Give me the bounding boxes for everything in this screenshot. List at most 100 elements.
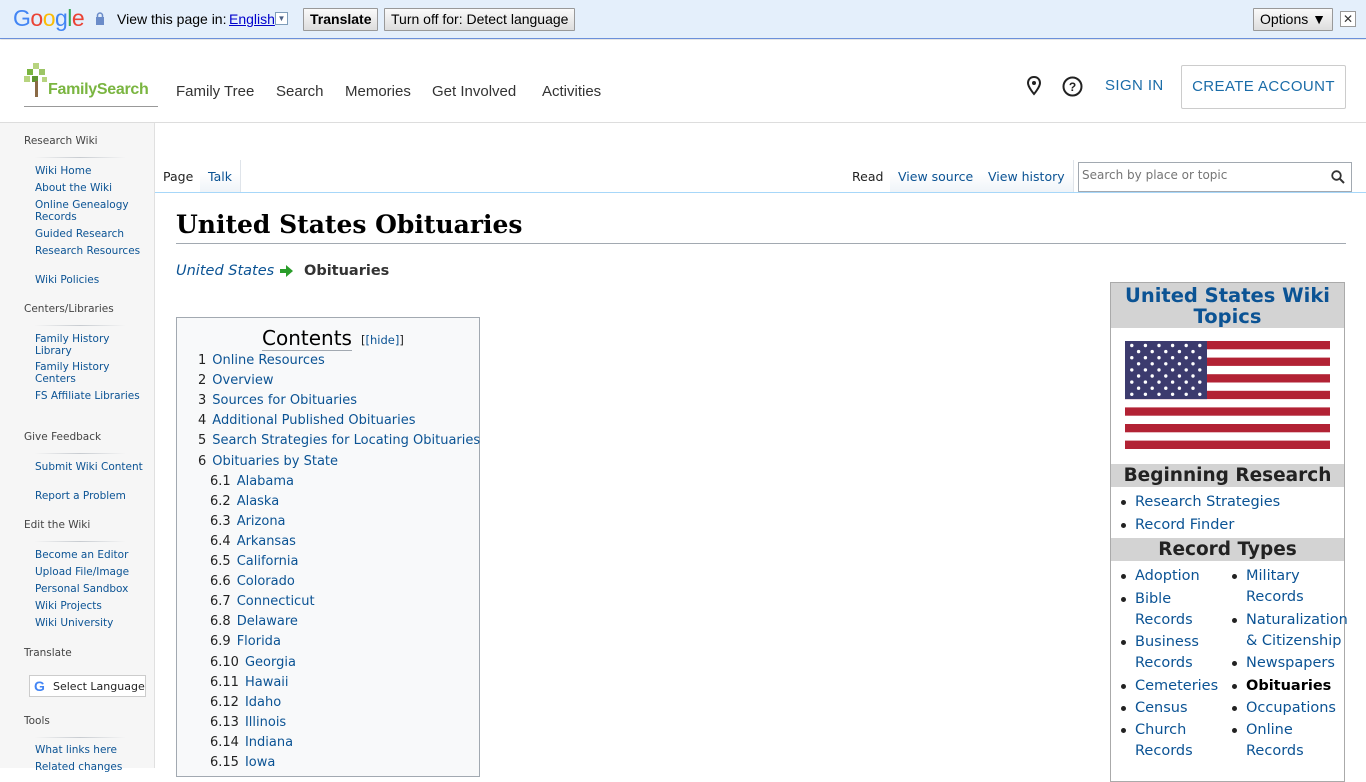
toc-item[interactable]: 6.5 California — [210, 554, 298, 569]
create-account-button[interactable]: CREATE ACCOUNT — [1181, 65, 1346, 109]
translate-button[interactable]: Translate — [303, 8, 379, 31]
toc-item[interactable]: 6.8 Delaware — [210, 614, 298, 629]
toc-item[interactable]: 6.9 Florida — [210, 634, 281, 649]
toc-item[interactable]: 6.13 Illinois — [210, 715, 286, 730]
toc-link[interactable]: Connecticut — [237, 594, 315, 609]
toc-link[interactable]: Illinois — [245, 715, 286, 730]
search-icon[interactable] — [1331, 170, 1345, 184]
record-type-link[interactable]: Cemeteries — [1121, 676, 1218, 697]
select-language-dropdown[interactable]: G Select Language — [29, 675, 146, 697]
toc-link[interactable]: Search Strategies for Locating Obituarie… — [212, 433, 480, 448]
nav-get-involved[interactable]: Get Involved — [432, 83, 516, 100]
sidebar-item-submit-wiki-content[interactable]: Submit Wiki Content — [35, 461, 145, 473]
sidebar-item-report-a-problem[interactable]: Report a Problem — [35, 490, 145, 502]
sidebar-item-upload-file[interactable]: Upload File/Image — [35, 566, 145, 578]
toc-item[interactable]: 6.12 Idaho — [210, 695, 281, 710]
sidebar-item-guided-research[interactable]: Guided Research — [35, 228, 145, 240]
record-type-link[interactable]: Adoption — [1121, 566, 1215, 587]
tab-talk[interactable]: Talk — [200, 160, 241, 193]
sidebar-item-family-history-library[interactable]: Family History Library — [35, 333, 145, 357]
toc-link[interactable]: Alabama — [237, 474, 294, 489]
sidebar-item-research-resources[interactable]: Research Resources — [35, 245, 145, 257]
toc-link[interactable]: Georgia — [245, 655, 296, 670]
toc-link[interactable]: Florida — [237, 634, 281, 649]
toc-link[interactable]: Colorado — [237, 574, 295, 589]
sidebar-item-fs-affiliate-libraries[interactable]: FS Affiliate Libraries — [35, 390, 145, 402]
toc-item[interactable]: 6.6 Colorado — [210, 574, 295, 589]
nav-family-tree[interactable]: Family Tree — [176, 83, 254, 100]
location-pin-icon[interactable] — [1025, 76, 1043, 96]
toc-link[interactable]: Idaho — [245, 695, 281, 710]
toc-item[interactable]: 2 Overview — [198, 373, 274, 388]
turn-off-button[interactable]: Turn off for: Detect language — [384, 8, 576, 31]
infobox-link-record-finder[interactable]: Record Finder — [1120, 515, 1234, 536]
nav-memories[interactable]: Memories — [345, 83, 411, 100]
toc-hide-toggle[interactable]: [[hide]] — [361, 333, 404, 347]
breadcrumb-link-united-states[interactable]: United States — [176, 263, 274, 279]
record-type-link[interactable]: Bible Records — [1121, 589, 1215, 631]
tab-view-history[interactable]: View history — [980, 160, 1074, 193]
familysearch-logo[interactable]: FamilySearch — [24, 63, 158, 107]
toc-link[interactable]: Additional Published Obituaries — [212, 413, 415, 428]
divider — [34, 325, 126, 326]
tab-page[interactable]: Page — [155, 160, 203, 193]
record-type-link[interactable]: Online Records — [1232, 720, 1346, 762]
sidebar-item-wiki-home[interactable]: Wiki Home — [35, 165, 145, 177]
toc-link[interactable]: Arkansas — [237, 534, 296, 549]
toc-item[interactable]: 6 Obituaries by State — [198, 454, 338, 469]
close-icon[interactable]: ✕ — [1340, 11, 1356, 27]
toc-link[interactable]: California — [237, 554, 299, 569]
record-type-link[interactable]: Occupations — [1232, 698, 1346, 719]
search-input[interactable] — [1082, 168, 1322, 182]
sidebar-item-wiki-university[interactable]: Wiki University — [35, 617, 145, 629]
sidebar-item-about-the-wiki[interactable]: About the Wiki — [35, 182, 145, 194]
sidebar-item-related-changes[interactable]: Related changes — [35, 761, 145, 773]
toc-item[interactable]: 6.4 Arkansas — [210, 534, 296, 549]
toc-link[interactable]: Delaware — [237, 614, 298, 629]
toc-link[interactable]: Alaska — [237, 494, 280, 509]
toc-item[interactable]: 4 Additional Published Obituaries — [198, 413, 416, 428]
toc-item[interactable]: 6.14 Indiana — [210, 735, 293, 750]
sidebar-item-become-an-editor[interactable]: Become an Editor — [35, 549, 145, 561]
infobox-title[interactable]: United States Wiki Topics — [1111, 283, 1344, 328]
record-type-link[interactable]: Church Records — [1121, 720, 1215, 762]
record-type-link[interactable]: Business Records — [1121, 632, 1215, 674]
toc-item[interactable]: 6.7 Connecticut — [210, 594, 315, 609]
toc-link[interactable]: Overview — [212, 373, 273, 388]
chevron-down-icon[interactable]: ▼ — [275, 12, 288, 25]
toc-item[interactable]: 6.10 Georgia — [210, 655, 296, 670]
toc-item[interactable]: 6.1 Alabama — [210, 474, 294, 489]
sidebar-item-what-links-here[interactable]: What links here — [35, 744, 145, 756]
sidebar-item-wiki-policies[interactable]: Wiki Policies — [35, 274, 145, 286]
nav-search[interactable]: Search — [276, 83, 324, 100]
toc-item[interactable]: 3 Sources for Obituaries — [198, 393, 357, 408]
sidebar-item-wiki-projects[interactable]: Wiki Projects — [35, 600, 145, 612]
help-icon[interactable]: ? — [1062, 76, 1083, 97]
record-type-link[interactable]: Naturalization & Citizenship — [1232, 610, 1348, 652]
toc-link[interactable]: Indiana — [245, 735, 293, 750]
tab-view-source[interactable]: View source — [890, 160, 983, 193]
toc-link[interactable]: Arizona — [237, 514, 286, 529]
infobox-link-research-strategies[interactable]: Research Strategies — [1120, 492, 1280, 513]
toc-item[interactable]: 6.3 Arizona — [210, 514, 286, 529]
toc-item[interactable]: 1 Online Resources — [198, 353, 325, 368]
options-button[interactable]: Options ▼ — [1253, 8, 1333, 31]
sign-in-link[interactable]: SIGN IN — [1105, 77, 1164, 94]
tab-read[interactable]: Read — [844, 160, 893, 193]
nav-activities[interactable]: Activities — [542, 83, 601, 100]
toc-link[interactable]: Hawaii — [245, 675, 289, 690]
sidebar-item-family-history-centers[interactable]: Family History Centers — [35, 361, 145, 385]
record-type-link[interactable]: Census — [1121, 698, 1215, 719]
toc-link[interactable]: Sources for Obituaries — [212, 393, 357, 408]
toc-link[interactable]: Obituaries by State — [212, 454, 338, 469]
sidebar-item-online-genealogy-records[interactable]: Online Genealogy Records — [35, 199, 145, 223]
toc-item[interactable]: 5 Search Strategies for Locating Obituari… — [198, 433, 480, 448]
record-type-link[interactable]: Military Records — [1232, 566, 1346, 608]
toc-link[interactable]: Online Resources — [212, 353, 324, 368]
toc-item[interactable]: 6.11 Hawaii — [210, 675, 289, 690]
toc-item[interactable]: 6.2 Alaska — [210, 494, 279, 509]
wiki-search-box[interactable] — [1078, 162, 1352, 192]
language-select[interactable]: English — [229, 11, 275, 27]
sidebar-item-personal-sandbox[interactable]: Personal Sandbox — [35, 583, 145, 595]
record-type-link[interactable]: Newspapers — [1232, 653, 1346, 674]
